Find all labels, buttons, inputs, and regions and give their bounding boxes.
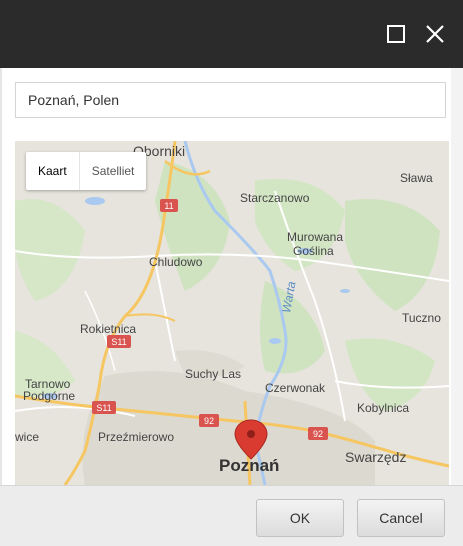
svg-text:S11: S11 xyxy=(96,403,111,413)
road-shield-92: 92 xyxy=(308,427,328,440)
road-shield-s11: S11 xyxy=(92,401,116,414)
map-canvas[interactable]: 11 S11 S11 92 92 Oborniki Sława Starczan… xyxy=(15,141,449,485)
place-label: Podgórne xyxy=(23,389,75,403)
road-shield-92: 92 xyxy=(199,414,219,427)
svg-text:92: 92 xyxy=(313,429,323,439)
svg-text:11: 11 xyxy=(164,201,173,211)
close-icon[interactable] xyxy=(421,20,449,48)
title-bar xyxy=(0,0,463,68)
place-label: wice xyxy=(15,430,39,444)
place-label: Kobylnica xyxy=(357,401,409,415)
maximize-icon[interactable] xyxy=(382,20,410,48)
ok-button[interactable]: OK xyxy=(256,499,344,537)
road-shield-11: 11 xyxy=(160,199,178,212)
place-label: Starczanowo xyxy=(240,191,310,205)
dialog-footer: OK Cancel xyxy=(0,485,463,546)
place-label-city: Poznań xyxy=(219,456,279,475)
svg-text:92: 92 xyxy=(204,416,214,426)
left-edge xyxy=(0,68,2,485)
place-label: Chludowo xyxy=(149,255,203,269)
map-type-satelliet[interactable]: Satelliet xyxy=(80,152,147,190)
place-label: Swarzędz xyxy=(345,449,406,465)
map-type-control: Kaart Satelliet xyxy=(26,152,147,190)
map-type-kaart[interactable]: Kaart xyxy=(26,152,79,190)
place-label: Rokietnica xyxy=(80,322,136,336)
location-search-input[interactable] xyxy=(15,82,446,118)
place-label: Murowana xyxy=(287,230,343,244)
cancel-button[interactable]: Cancel xyxy=(357,499,445,537)
place-label: Tuczno xyxy=(402,311,441,325)
place-label: Sława xyxy=(400,171,433,185)
place-label: Suchy Las xyxy=(185,367,241,381)
road-shield-s11: S11 xyxy=(107,335,131,348)
right-edge xyxy=(451,68,463,485)
place-label: Goślina xyxy=(293,244,334,258)
svg-text:S11: S11 xyxy=(111,337,126,347)
place-label: Przeźmierowo xyxy=(98,430,174,444)
map-view[interactable]: 11 S11 S11 92 92 Oborniki Sława Starczan… xyxy=(15,141,449,485)
place-label: Czerwonak xyxy=(265,381,326,395)
